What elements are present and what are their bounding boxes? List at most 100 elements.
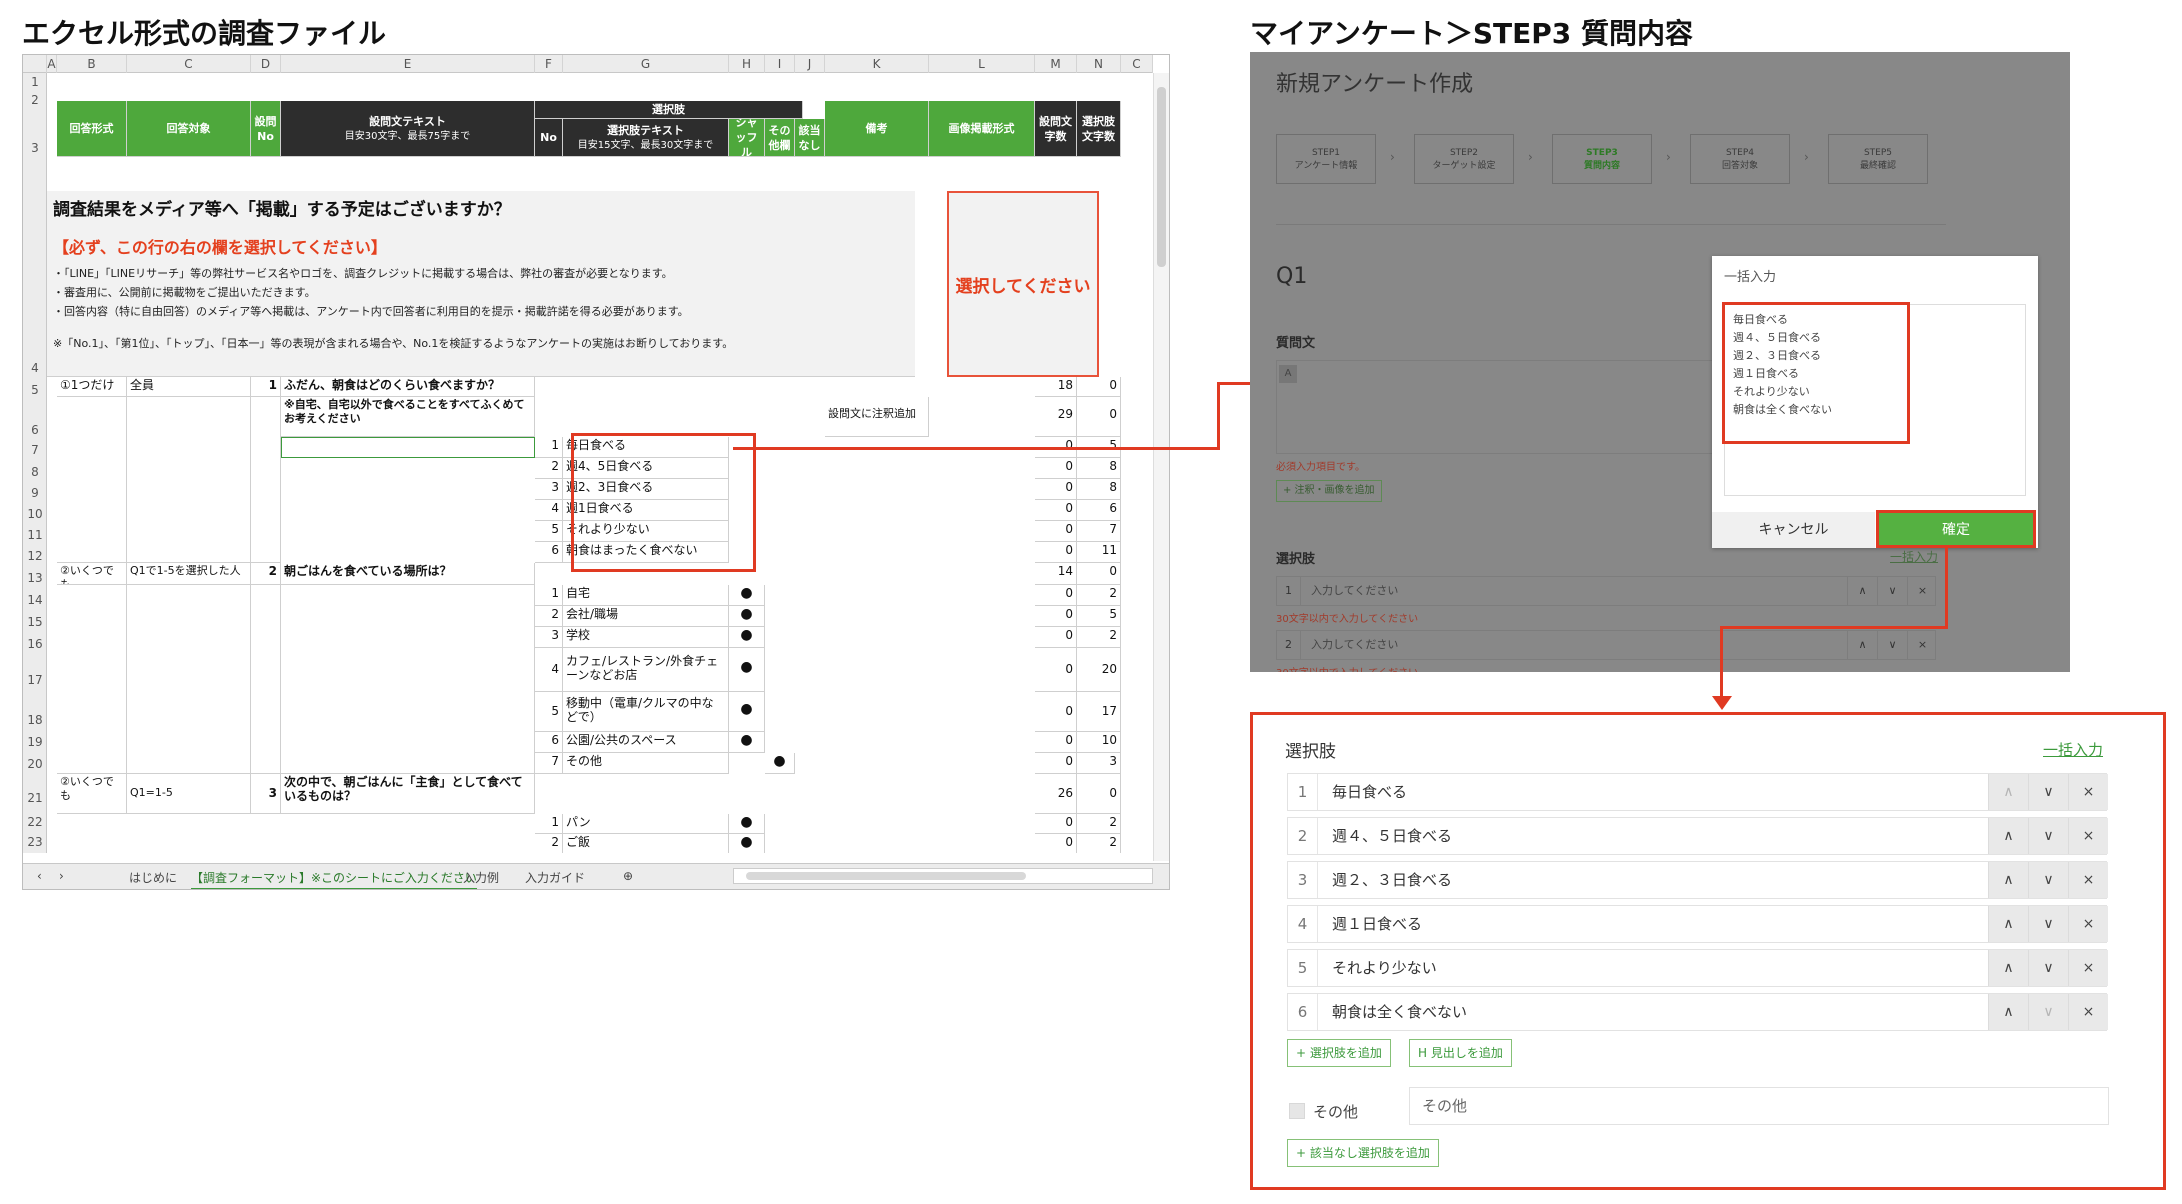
header-target[interactable]: 回答対象	[127, 101, 251, 157]
row-number[interactable]: 20	[23, 757, 47, 771]
move-up-icon[interactable]: ∧	[1988, 950, 2028, 986]
q2-choice-qchars[interactable]: 0	[1035, 732, 1077, 753]
q1-target-cell[interactable]: 全員	[127, 377, 251, 397]
confirm-button[interactable]: 確定	[1876, 510, 2036, 548]
q2-choice-qchars[interactable]: 0	[1035, 692, 1077, 732]
move-down-icon[interactable]: ∨	[2028, 906, 2068, 942]
row-number[interactable]: 4	[23, 361, 47, 375]
delete-icon[interactable]: ×	[2068, 818, 2108, 854]
row-number[interactable]: 10	[23, 507, 47, 521]
q2-choice-qchars[interactable]: 0	[1035, 606, 1077, 627]
q2-target-cell[interactable]: Q1で1-5を選択した人	[127, 563, 251, 585]
q3-choice-qchars[interactable]: 0	[1035, 834, 1077, 853]
row-number[interactable]: 17	[23, 673, 47, 687]
add-sheet-icon[interactable]: ⊕	[623, 869, 633, 883]
row-number[interactable]: 23	[23, 835, 47, 849]
delete-icon[interactable]: ×	[2068, 862, 2108, 898]
move-up-icon[interactable]: ∧	[1988, 818, 2028, 854]
empty-cell[interactable]	[127, 397, 251, 563]
move-down-icon[interactable]: ∨	[2028, 774, 2068, 810]
row-number[interactable]: 15	[23, 615, 47, 629]
q2-choice-qchars[interactable]: 0	[1035, 753, 1077, 774]
q1-choice-cchars[interactable]: 11	[1077, 542, 1121, 563]
q1-remark-cell[interactable]: 設問文に注釈追加	[825, 397, 929, 437]
choice-row[interactable]: 2 週４、５日食べる ∧ ∨ ×	[1287, 817, 2108, 855]
shuffle-mark[interactable]: ●	[729, 585, 765, 606]
header-answer-type[interactable]: 回答形式	[57, 101, 127, 157]
q1-choice-qchars[interactable]: 0	[1035, 521, 1077, 542]
move-up-icon[interactable]: ∧	[1988, 774, 2028, 810]
choice-row[interactable]: 2 入力してください ∧ ∨ ×	[1276, 630, 1936, 660]
q3-text-cell[interactable]: 次の中で、朝ごはんに「主食」として食べているものは？	[281, 774, 535, 814]
empty-cell[interactable]	[127, 585, 251, 774]
move-down-icon[interactable]: ∨	[2028, 818, 2068, 854]
header-other[interactable]: その他欄	[765, 119, 795, 157]
q3-qchars[interactable]: 26	[1035, 774, 1077, 814]
choice-input[interactable]: 入力してください	[1311, 631, 1398, 659]
q2-choice-no[interactable]: 2	[535, 606, 563, 627]
q3-target-cell[interactable]: Q1=1-5	[127, 774, 251, 814]
header-image[interactable]: 画像掲載形式	[929, 101, 1035, 157]
shuffle-mark[interactable]: ●	[729, 648, 765, 692]
sheet-tab-example[interactable]: 入力例	[463, 869, 499, 886]
q1-choice-cchars[interactable]: 7	[1077, 521, 1121, 542]
q2-choice-text[interactable]: カフェ/レストラン/外食チェーンなどお店	[563, 648, 729, 692]
column-letter[interactable]: H	[729, 55, 765, 73]
column-letter[interactable]: G	[563, 55, 729, 73]
q1-note-cell[interactable]: ※自宅、自宅以外で食べることをすべてふくめてお考えください	[281, 397, 535, 437]
format-text-button[interactable]: A	[1279, 365, 1297, 383]
row-number[interactable]: 14	[23, 593, 47, 607]
delete-icon[interactable]: ×	[2068, 774, 2108, 810]
q1-choice-cchars[interactable]: 8	[1077, 479, 1121, 500]
tab-next-icon[interactable]: ›	[59, 869, 64, 883]
cancel-button[interactable]: キャンセル	[1712, 512, 1875, 548]
q1-choice-no[interactable]: 5	[535, 521, 563, 542]
move-up-icon[interactable]: ∧	[1847, 577, 1877, 605]
step-1[interactable]: STEP1 アンケート情報	[1276, 134, 1376, 184]
q1-note-cchars[interactable]: 0	[1077, 397, 1121, 437]
choice-input[interactable]: それより少ない	[1332, 950, 1437, 986]
q1-choice-qchars[interactable]: 0	[1035, 500, 1077, 521]
add-choice-button[interactable]: + 選択肢を追加	[1287, 1039, 1391, 1067]
scroll-thumb[interactable]	[1157, 87, 1166, 267]
row-number[interactable]: 8	[23, 465, 47, 479]
choice-input[interactable]: 週４、５日食べる	[1332, 818, 1452, 854]
choice-row[interactable]: 1 入力してください ∧ ∨ ×	[1276, 576, 1936, 606]
bulk-input-link[interactable]: 一括入力	[1890, 548, 1938, 565]
horizontal-scrollbar[interactable]	[733, 868, 1153, 884]
q3-choice-text[interactable]: パン	[563, 814, 729, 834]
move-up-icon[interactable]: ∧	[1988, 994, 2028, 1030]
shuffle-mark[interactable]: ●	[729, 834, 765, 853]
bulk-input-link[interactable]: 一括入力	[2043, 739, 2103, 760]
column-letter[interactable]: F	[535, 55, 563, 73]
choice-row[interactable]: 6 朝食は全く食べない ∧ ∨ ×	[1287, 993, 2108, 1031]
shuffle-mark[interactable]: ●	[729, 606, 765, 627]
question-text-input[interactable]: A	[1276, 360, 1726, 454]
q1-choice-qchars[interactable]: 0	[1035, 458, 1077, 479]
media-select-cell[interactable]: 選択してください	[947, 191, 1099, 377]
empty-cell[interactable]	[281, 585, 535, 774]
q1-qchars[interactable]: 18	[1035, 377, 1077, 397]
q2-choice-qchars[interactable]: 0	[1035, 648, 1077, 692]
q2-choice-cchars[interactable]: 2	[1077, 585, 1121, 606]
add-none-choice-button[interactable]: + 該当なし選択肢を追加	[1287, 1139, 1439, 1167]
delete-icon[interactable]: ×	[1907, 631, 1937, 659]
row-number[interactable]: 5	[23, 383, 47, 397]
bulk-input-content[interactable]: 毎日食べる 週４、５日食べる 週２、３日食べる 週１日食べる それより少ない 朝…	[1722, 302, 1910, 444]
shuffle-mark[interactable]: ●	[729, 732, 765, 753]
q2-choice-text[interactable]: その他	[563, 753, 729, 774]
row-number[interactable]: 3	[23, 141, 47, 155]
q1-no-cell[interactable]: 1	[251, 377, 281, 397]
header-remarks[interactable]: 備考	[825, 101, 929, 157]
shuffle-mark[interactable]: ●	[729, 814, 765, 834]
step-2[interactable]: STEP2 ターゲット設定	[1414, 134, 1514, 184]
media-notice-block[interactable]: 調査結果をメディア等へ「掲載」する予定はございますか？ 【必ず、この行の右の欄を…	[47, 191, 915, 377]
tab-prev-icon[interactable]: ‹	[37, 869, 42, 883]
other-input[interactable]: その他	[1409, 1087, 2109, 1125]
move-up-icon[interactable]: ∧	[1988, 862, 2028, 898]
column-letter[interactable]: A	[47, 55, 57, 73]
add-heading-button[interactable]: H 見出しを追加	[1409, 1039, 1512, 1067]
row-number[interactable]: 22	[23, 815, 47, 829]
row-number[interactable]: 11	[23, 528, 47, 542]
move-down-icon[interactable]: ∨	[2028, 994, 2068, 1030]
